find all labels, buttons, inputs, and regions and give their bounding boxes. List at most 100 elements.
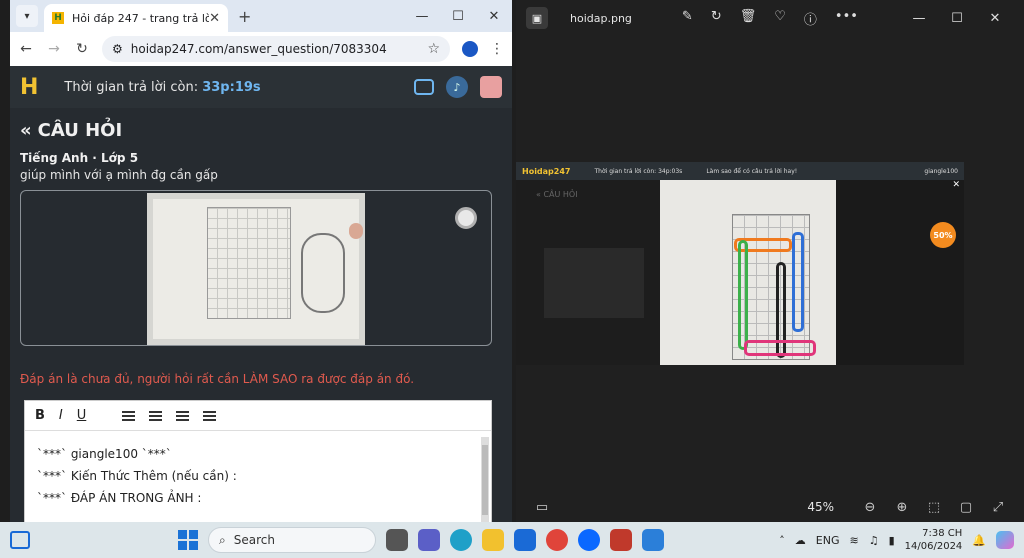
search-icon: ⌕ xyxy=(219,532,226,547)
taskbar-apps: ⌕ Search xyxy=(178,527,664,553)
taskbar-search[interactable]: ⌕ Search xyxy=(208,527,376,553)
start-windows-icon[interactable] xyxy=(178,530,198,550)
teams-icon[interactable] xyxy=(418,529,440,551)
user-avatar[interactable] xyxy=(480,76,502,98)
viewer-tools: ✎ ↻ 🗑 ♡ ⓘ ••• xyxy=(682,9,858,28)
zoom-out-icon[interactable]: ⊖ xyxy=(854,500,886,515)
volume-icon[interactable]: ♫ xyxy=(869,534,879,547)
chrome-icon[interactable] xyxy=(546,529,568,551)
question-subject: Tiếng Anh · Lớp 5 xyxy=(20,151,139,165)
align-left-icon[interactable] xyxy=(122,410,136,421)
site-favicon-icon: H xyxy=(52,12,64,24)
edge-icon[interactable] xyxy=(450,529,472,551)
language-indicator[interactable]: ENG xyxy=(816,534,840,547)
zalo-icon[interactable] xyxy=(578,529,600,551)
rotate-icon[interactable]: ↻ xyxy=(711,9,722,28)
fullscreen-icon[interactable]: ⤢ xyxy=(982,500,1014,515)
timer-value: 33p:19s xyxy=(202,79,261,95)
copilot-icon[interactable] xyxy=(996,531,1014,549)
forward-icon[interactable]: → xyxy=(46,41,62,57)
favorite-heart-icon[interactable]: ♡ xyxy=(774,9,786,28)
displayed-screenshot[interactable]: Hoidap247 Thời gian trả lời còn: 34p:03s… xyxy=(516,162,964,365)
tab-hoidap[interactable]: H Hỏi đáp 247 - trang trả lời ✕ xyxy=(44,4,228,32)
discount-badge: 50% xyxy=(930,222,956,248)
header-icons: ♪ xyxy=(414,76,502,98)
align-justify-icon[interactable] xyxy=(203,410,217,421)
cloud-icon[interactable]: ☁ xyxy=(795,534,806,547)
bookmark-star-icon[interactable]: ☆ xyxy=(427,41,440,57)
inner-logo: Hoidap247 xyxy=(522,166,571,176)
notification-icon[interactable]: 🔔 xyxy=(972,534,986,547)
underline-button[interactable]: U xyxy=(77,408,87,423)
photos-icon[interactable] xyxy=(642,529,664,551)
clock[interactable]: 7:38 CH 14/06/2024 xyxy=(905,527,963,553)
tray-chevron-up-icon[interactable]: ˄ xyxy=(779,534,785,547)
site-logo[interactable]: H xyxy=(20,75,38,100)
more-icon[interactable]: ••• xyxy=(835,9,858,28)
photo-viewer-window: ▣ hoidap.png ✎ ↻ 🗑 ♡ ⓘ ••• — ☐ ✕ Hoidap2… xyxy=(516,0,1024,522)
file-explorer-icon[interactable] xyxy=(482,529,504,551)
viewer-titlebar: ▣ hoidap.png ✎ ↻ 🗑 ♡ ⓘ ••• — ☐ ✕ xyxy=(516,0,1024,36)
address-bar: ← → ↻ ⚙ hoidap247.com/answer_question/70… xyxy=(10,32,512,66)
fit-window-icon[interactable]: ⬚ xyxy=(918,500,950,515)
menu-kebab-icon[interactable]: ⋮ xyxy=(490,41,504,57)
system-tray: ˄ ☁ ENG ≋ ♫ ▮ 7:38 CH 14/06/2024 🔔 xyxy=(779,527,1014,553)
bold-button[interactable]: B xyxy=(35,408,45,423)
zoom-in-icon[interactable]: ⊕ xyxy=(886,500,918,515)
question-photo[interactable] xyxy=(147,193,365,345)
site-info-icon[interactable]: ⚙ xyxy=(112,42,123,56)
edit-image-icon[interactable]: ✎ xyxy=(682,9,693,28)
editor-scrollbar[interactable] xyxy=(481,437,489,522)
inner-user: giangle100 xyxy=(924,167,958,175)
highlight-pink xyxy=(744,340,816,356)
highlight-green xyxy=(738,240,748,350)
viewer-window-controls: — ☐ ✕ xyxy=(900,11,1014,26)
tab-search-icon[interactable]: ▾ xyxy=(16,5,38,27)
close-window-icon[interactable]: ✕ xyxy=(476,9,512,24)
viewer-maximize-icon[interactable]: ☐ xyxy=(938,11,976,26)
taskbar: ⌕ Search ˄ ☁ ENG ≋ ♫ ▮ 7:38 CH 14/06/202… xyxy=(0,522,1024,558)
align-center-icon[interactable] xyxy=(149,410,163,421)
widgets-icon[interactable] xyxy=(10,531,30,549)
info-icon[interactable]: ⓘ xyxy=(804,9,817,28)
new-tab-icon[interactable]: + xyxy=(238,7,251,26)
filmstrip-icon[interactable]: ▭ xyxy=(526,500,558,515)
double-chevron-left-icon[interactable]: « xyxy=(20,120,32,141)
inner-site-header: Hoidap247 Thời gian trả lời còn: 34p:03s… xyxy=(516,162,964,180)
snipping-tool-icon[interactable] xyxy=(610,529,632,551)
inner-dim-panel: « CÂU HỎI xyxy=(516,180,660,365)
maximize-icon[interactable]: ☐ xyxy=(440,9,476,24)
inner-timer: Thời gian trả lời còn: 34p:03s xyxy=(594,167,683,175)
viewer-close-icon[interactable]: ✕ xyxy=(976,11,1014,26)
url-text: hoidap247.com/answer_question/7083304 xyxy=(130,42,387,56)
delete-icon[interactable]: 🗑 xyxy=(740,9,757,28)
notification-bell-icon[interactable]: ♪ xyxy=(446,76,468,98)
question-heading-text: CÂU HỎI xyxy=(37,120,123,141)
url-input[interactable]: ⚙ hoidap247.com/answer_question/7083304 … xyxy=(102,36,450,62)
answer-editor[interactable]: B I U `***` giangle100 `***` `***` Kiến … xyxy=(24,400,492,522)
minimize-icon[interactable]: — xyxy=(404,9,440,24)
viewer-minimize-icon[interactable]: — xyxy=(900,11,938,26)
wifi-icon[interactable]: ≋ xyxy=(850,534,859,547)
answer-page: «CÂU HỎI Tiếng Anh · Lớp 5 giúp mình với… xyxy=(10,108,512,522)
word-search-grid xyxy=(207,207,291,319)
editor-toolbar: B I U xyxy=(25,401,491,431)
editor-body[interactable]: `***` giangle100 `***` `***` Kiến Thức T… xyxy=(25,431,491,522)
search-placeholder: Search xyxy=(233,533,275,547)
chat-icon[interactable] xyxy=(414,79,434,95)
mail-icon[interactable] xyxy=(514,529,536,551)
reload-icon[interactable]: ↻ xyxy=(74,41,90,57)
task-view-icon[interactable] xyxy=(386,529,408,551)
rotate-image-icon[interactable] xyxy=(455,207,477,229)
actual-size-icon[interactable]: ▢ xyxy=(950,500,982,515)
back-icon[interactable]: ← xyxy=(18,41,34,57)
battery-icon[interactable]: ▮ xyxy=(889,534,895,547)
profile-icon[interactable] xyxy=(462,41,478,57)
answer-warning: Đáp án là chưa đủ, người hỏi rất cần LÀM… xyxy=(20,372,415,386)
editor-line: `***` giangle100 `***` xyxy=(37,447,172,461)
inner-puzzle-image xyxy=(660,180,836,365)
browser-window: ▾ H Hỏi đáp 247 - trang trả lời ✕ + — ☐ … xyxy=(10,0,512,522)
align-right-icon[interactable] xyxy=(176,410,190,421)
italic-button[interactable]: I xyxy=(59,408,63,423)
tab-close-icon[interactable]: ✕ xyxy=(209,11,220,26)
